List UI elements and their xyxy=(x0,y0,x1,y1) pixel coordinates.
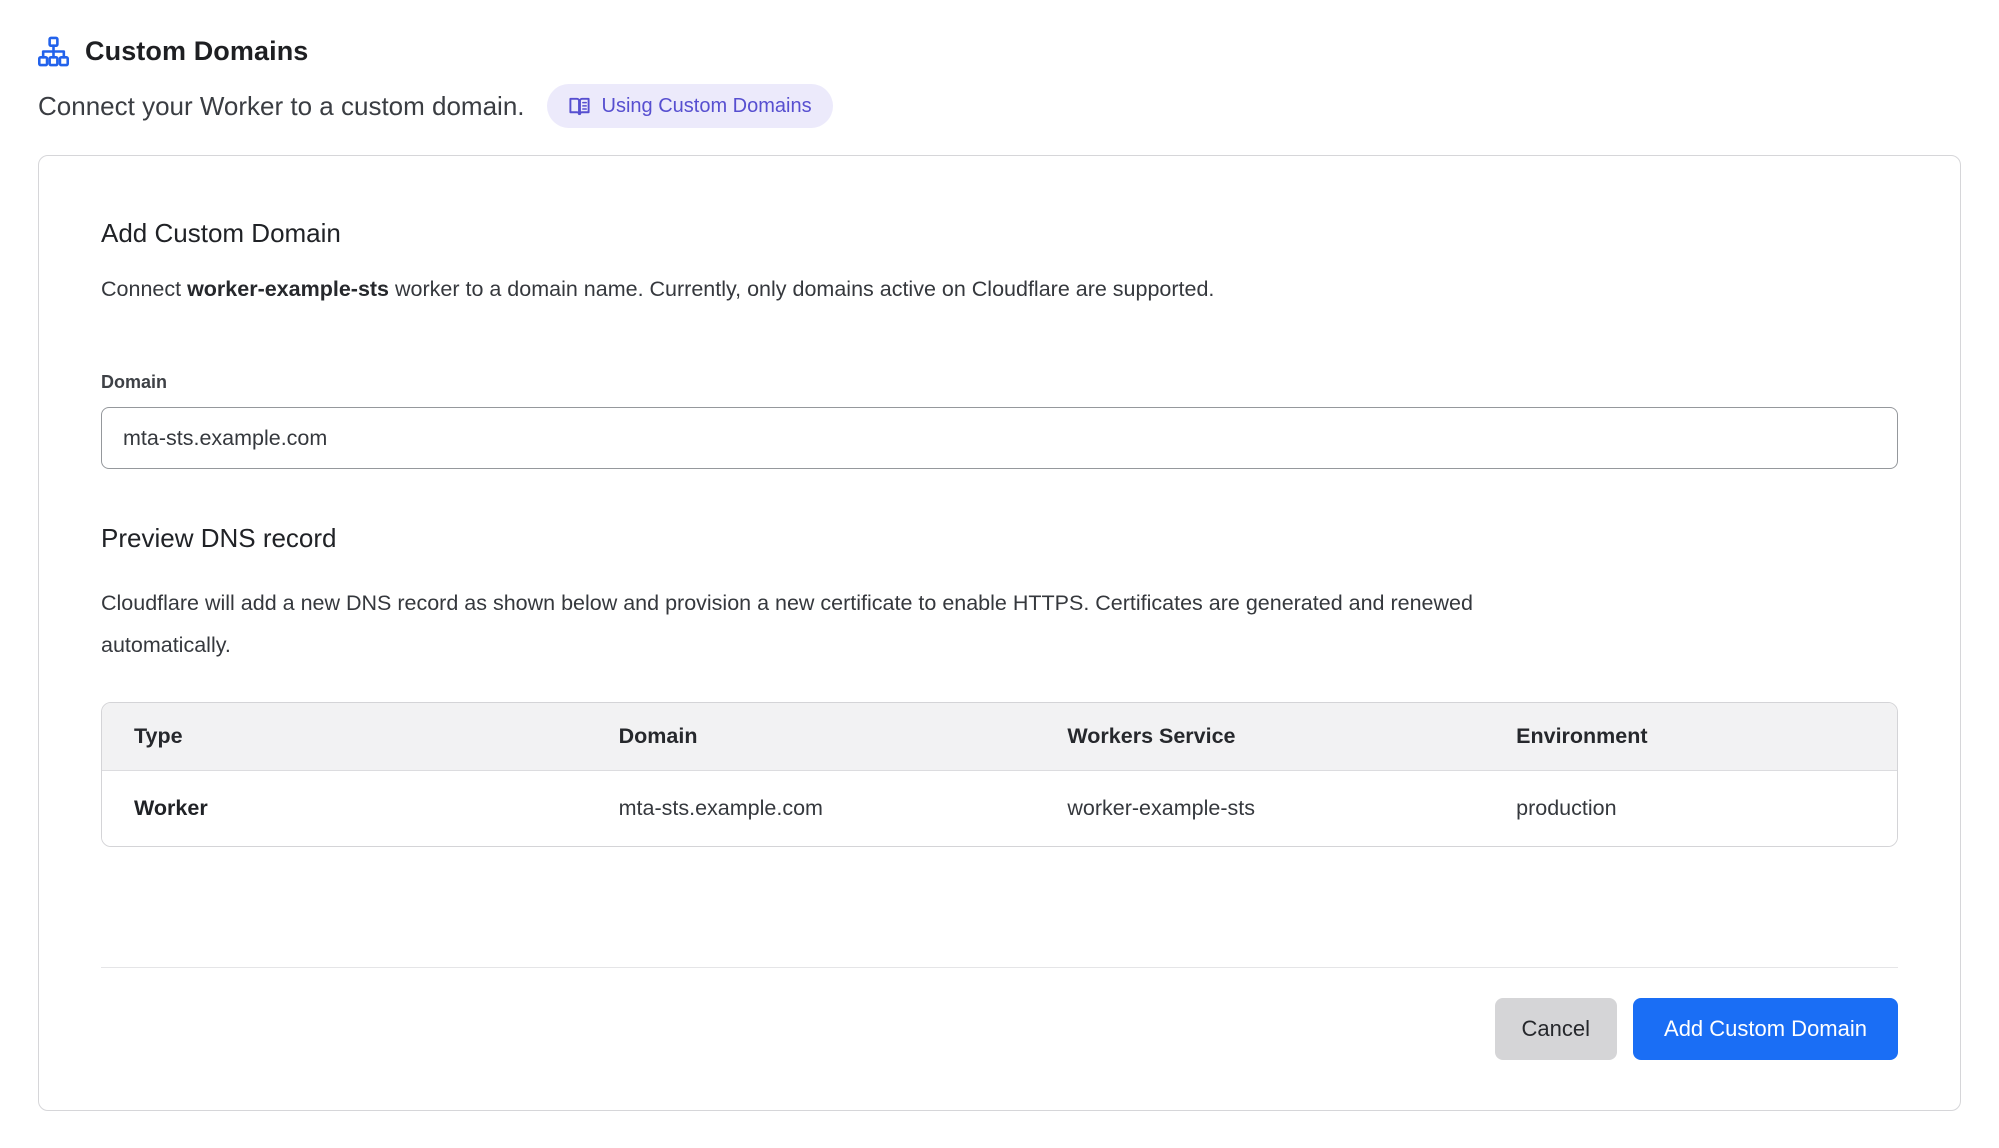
custom-domains-page: Custom Domains Connect your Worker to a … xyxy=(0,0,1999,1111)
description-prefix: Connect xyxy=(101,277,187,301)
cell-environment: production xyxy=(1484,771,1897,847)
add-custom-domain-button[interactable]: Add Custom Domain xyxy=(1633,998,1898,1060)
open-book-icon xyxy=(568,95,591,118)
card-heading: Add Custom Domain xyxy=(101,218,1898,249)
column-header-workers-service: Workers Service xyxy=(1035,703,1484,771)
domain-field-label: Domain xyxy=(101,372,1898,393)
dns-preview-table: Type Domain Workers Service Environment … xyxy=(101,702,1898,847)
cell-domain: mta-sts.example.com xyxy=(587,771,1036,847)
preview-dns-heading: Preview DNS record xyxy=(101,523,1898,554)
add-custom-domain-card: Add Custom Domain Connect worker-example… xyxy=(38,155,1961,1111)
domain-input[interactable] xyxy=(101,407,1898,469)
page-title: Custom Domains xyxy=(85,36,308,67)
page-header: Custom Domains xyxy=(38,36,1961,67)
docs-link-label: Using Custom Domains xyxy=(602,95,812,118)
cell-type: Worker xyxy=(102,771,587,847)
worker-name: worker-example-sts xyxy=(187,277,389,301)
column-header-environment: Environment xyxy=(1484,703,1897,771)
sitemap-icon xyxy=(38,36,69,67)
footer-divider xyxy=(101,967,1898,968)
preview-dns-description: Cloudflare will add a new DNS record as … xyxy=(101,582,1551,666)
table-header-row: Type Domain Workers Service Environment xyxy=(102,703,1897,771)
page-subtitle-row: Connect your Worker to a custom domain. … xyxy=(38,84,1961,128)
card-description: Connect worker-example-sts worker to a d… xyxy=(101,277,1898,302)
page-subtitle: Connect your Worker to a custom domain. xyxy=(38,91,525,122)
cell-workers-service: worker-example-sts xyxy=(1035,771,1484,847)
column-header-domain: Domain xyxy=(587,703,1036,771)
footer-actions: Cancel Add Custom Domain xyxy=(101,998,1898,1060)
cancel-button[interactable]: Cancel xyxy=(1495,998,1617,1060)
docs-link-badge[interactable]: Using Custom Domains xyxy=(547,84,833,128)
column-header-type: Type xyxy=(102,703,587,771)
description-suffix: worker to a domain name. Currently, only… xyxy=(389,277,1214,301)
table-row: Worker mta-sts.example.com worker-exampl… xyxy=(102,771,1897,847)
